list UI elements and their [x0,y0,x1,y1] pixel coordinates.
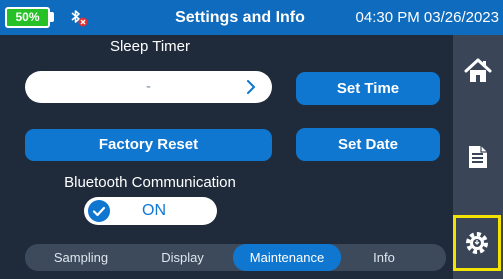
bluetooth-toggle[interactable]: ON [84,197,217,225]
battery-tip [50,12,54,22]
sleep-timer-label: Sleep Timer [109,38,191,55]
battery-indicator: 50% [5,7,50,28]
set-date-button[interactable]: Set Date [296,128,440,161]
device-screen: 50% Settings and Info 04:30 PM 03/26/202… [0,0,503,279]
side-nav-settings[interactable] [453,215,501,271]
document-icon [469,146,487,168]
bluetooth-disconnected-icon [71,10,88,27]
bluetooth-toggle-state: ON [142,202,166,219]
chevron-right-icon [247,80,255,94]
side-nav-home[interactable] [453,45,503,97]
page-title: Settings and Info [175,9,305,26]
set-time-button[interactable]: Set Time [296,72,440,105]
checkmark-icon [88,200,110,222]
side-nav-documents[interactable] [453,131,503,183]
home-icon [464,58,492,82]
tab-sampling[interactable]: Sampling [37,244,125,271]
tab-info[interactable]: Info [343,244,425,271]
factory-reset-button[interactable]: Factory Reset [25,129,272,161]
battery-level: 50% [15,10,40,24]
tab-display[interactable]: Display [135,244,230,271]
bottom-tab-bar: Sampling Display Maintenance Info [25,244,446,271]
tab-maintenance[interactable]: Maintenance [233,244,341,271]
settings-icon [466,232,488,254]
sleep-timer-value: - [146,78,151,95]
header-bar: 50% Settings and Info 04:30 PM 03/26/202… [0,0,503,35]
bluetooth-communication-label: Bluetooth Communication [64,174,236,191]
clock-datetime: 04:30 PM 03/26/2023 [355,9,499,26]
side-nav [453,35,503,279]
sleep-timer-select[interactable]: - [25,71,272,103]
